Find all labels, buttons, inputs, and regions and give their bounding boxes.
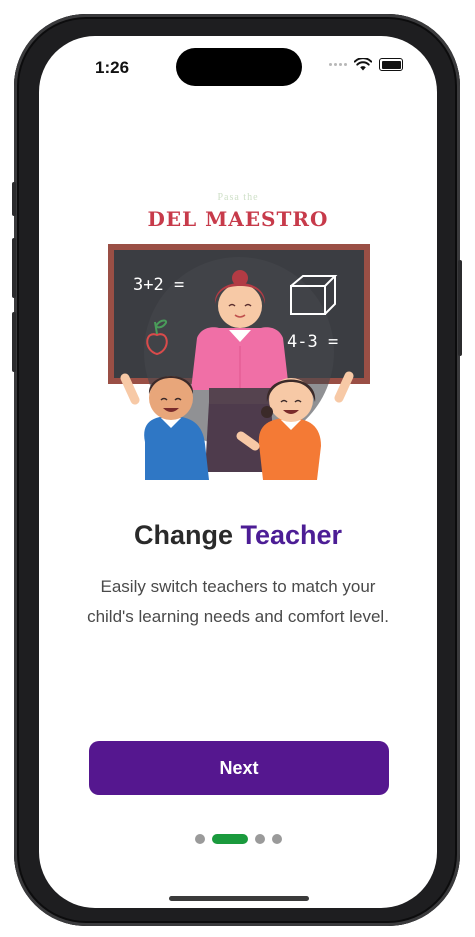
page-dot[interactable] xyxy=(254,834,265,844)
page-dot-active[interactable] xyxy=(211,834,248,844)
next-button[interactable]: Next xyxy=(89,741,389,795)
wifi-icon xyxy=(354,58,372,71)
battery-icon xyxy=(379,58,403,71)
logo-brand-name: DEL MAESTRO xyxy=(147,207,329,231)
volume-down-button xyxy=(12,312,16,372)
pagination-dots xyxy=(39,834,437,844)
board-equation-right: 4-3 = xyxy=(287,332,338,352)
cellular-signal-icon xyxy=(329,63,347,66)
home-indicator[interactable] xyxy=(169,896,309,901)
page-dot[interactable] xyxy=(194,834,205,844)
page-dot[interactable] xyxy=(271,834,282,844)
board-equation-left: 3+2 = xyxy=(133,275,184,295)
title-accent: Teacher xyxy=(240,520,343,550)
brand-logo: Pasa the DEL MAESTRO xyxy=(39,192,437,231)
power-button xyxy=(458,260,462,356)
status-icons xyxy=(329,58,403,71)
page-title: Change Teacher xyxy=(39,520,437,551)
status-time: 1:26 xyxy=(95,58,130,77)
app-screen: 1:26 Pasa the DEL MAESTRO 3+2 = 4-3 = Ch… xyxy=(39,36,437,908)
page-description: Easily switch teachers to match your chi… xyxy=(87,577,389,626)
volume-up-button xyxy=(12,238,16,298)
logo-tagline: Pasa the xyxy=(217,192,259,203)
action-button xyxy=(12,182,16,216)
dynamic-island xyxy=(176,48,302,86)
title-prefix: Change xyxy=(133,520,233,550)
teacher-illustration: 3+2 = 4-3 = xyxy=(105,242,375,482)
